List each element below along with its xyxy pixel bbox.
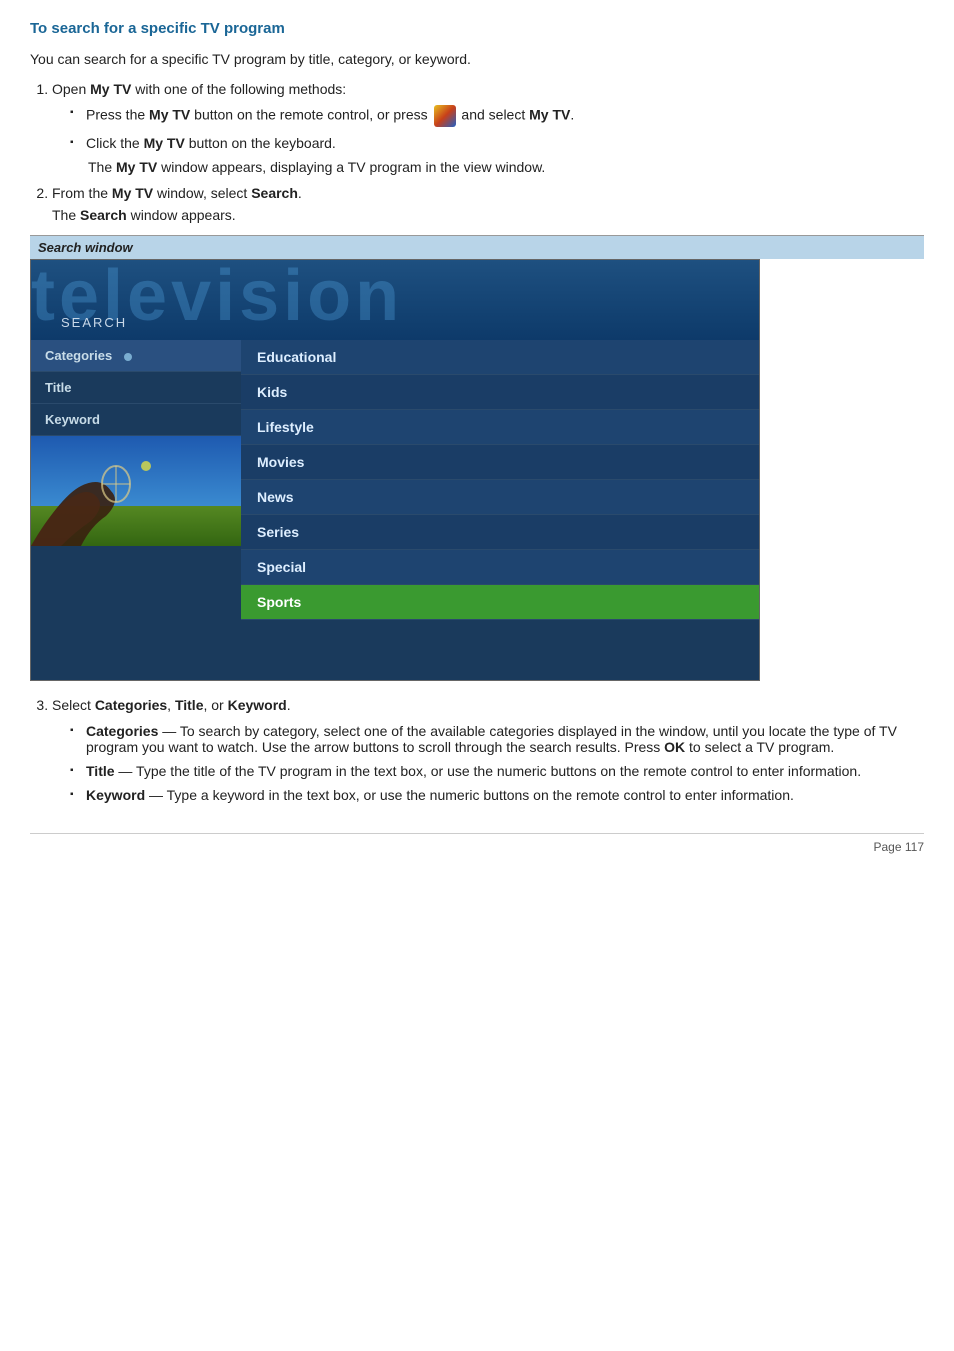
keyword-item[interactable]: Keyword (31, 404, 241, 436)
category-educational[interactable]: Educational (241, 340, 759, 375)
main-steps-list: Open My TV with one of the following met… (52, 81, 924, 223)
category-series[interactable]: Series (241, 515, 759, 550)
bullet-1-1: Press the My TV button on the remote con… (70, 105, 924, 127)
step-1-bullets: Press the My TV button on the remote con… (70, 105, 924, 151)
thumbnail-image (31, 436, 241, 546)
step-3-bullets: Categories — To search by category, sele… (70, 723, 924, 803)
intro-paragraph: You can search for a specific TV program… (30, 51, 924, 67)
step-1-text: Open My TV with one of the following met… (52, 81, 346, 97)
step-2: From the My TV window, select Search. Th… (52, 185, 924, 223)
my-tv-icon (434, 105, 456, 127)
bullet-3-1: Categories — To search by category, sele… (70, 723, 924, 755)
page-number: Page 117 (30, 833, 924, 854)
step-1-note: The My TV window appears, displaying a T… (88, 159, 924, 175)
category-lifestyle[interactable]: Lifestyle (241, 410, 759, 445)
search-content: Categories Title Keyword (31, 340, 759, 680)
right-panel: Educational Kids Lifestyle Movies News S… (241, 340, 759, 680)
thumbnail-area (31, 436, 241, 546)
category-sports[interactable]: Sports (241, 585, 759, 620)
title-item[interactable]: Title (31, 372, 241, 404)
search-window: television SEARCH Categories Title Keywo… (30, 259, 760, 681)
bullet-1-2: Click the My TV button on the keyboard. (70, 135, 924, 151)
categories-item[interactable]: Categories (31, 340, 241, 372)
category-news[interactable]: News (241, 480, 759, 515)
step-3-list: Select Categories, Title, or Keyword. Ca… (52, 697, 924, 803)
sports-silhouette (31, 436, 241, 546)
step-2-note: The Search window appears. (52, 207, 924, 223)
left-panel: Categories Title Keyword (31, 340, 241, 680)
step-3-text: Select Categories, Title, or Keyword. (52, 697, 291, 713)
search-window-label: Search window (30, 235, 924, 259)
dot-indicator (124, 353, 132, 361)
step-3: Select Categories, Title, or Keyword. Ca… (52, 697, 924, 803)
page-title: To search for a specific TV program (30, 20, 924, 37)
search-label: SEARCH (61, 315, 739, 330)
bullet-3-3: Keyword — Type a keyword in the text box… (70, 787, 924, 803)
step-1: Open My TV with one of the following met… (52, 81, 924, 175)
step-2-text: From the My TV window, select Search. (52, 185, 302, 201)
category-movies[interactable]: Movies (241, 445, 759, 480)
tv-header: television SEARCH (31, 260, 759, 340)
bullet-3-2: Title — Type the title of the TV program… (70, 763, 924, 779)
category-special[interactable]: Special (241, 550, 759, 585)
category-kids[interactable]: Kids (241, 375, 759, 410)
